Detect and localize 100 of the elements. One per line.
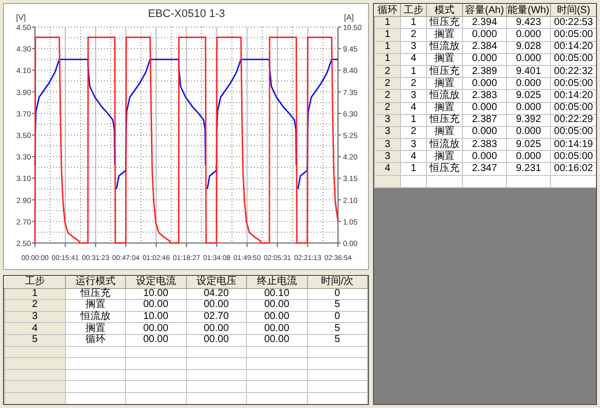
table-cell: 3 [374,126,400,139]
axis-unit: [A] [344,13,354,22]
table-cell: 00.00 [126,300,186,312]
table-cell: 00:05:00 [550,78,596,90]
table-cell: 恒压充 [426,162,462,176]
table-cell: 1 [374,41,400,54]
table-cell: 2.394 [462,16,506,29]
column-header: 工步 [400,4,426,17]
column-header: 容量(Ah) [462,4,506,17]
column-header: 时间/次 [307,276,368,288]
table-cell: 0.000 [462,126,506,139]
table-cell: 0 [307,311,368,323]
table-cell: 2.347 [462,162,506,176]
table-cell: 00:14:19 [550,138,596,151]
table-cell: 恒流放 [426,90,462,102]
table-cell: 0.000 [506,78,550,90]
table-cell: 00:05:00 [550,53,596,66]
table-cell: 0 [307,288,368,300]
table-cell: 5 [307,334,368,346]
table-cell: 00:05:00 [550,126,596,139]
table-cell: 10.00 [126,311,186,323]
table-cell: 00.00 [186,334,246,346]
table-cell: 2 [374,102,400,114]
table-cell: 2 [4,300,65,312]
table-cell: 1 [4,288,65,300]
table-cell: 00.00 [186,300,246,312]
table-cell: 0.000 [462,102,506,114]
table-cell: 搁置 [426,102,462,114]
column-header: 时间(S) [550,4,596,17]
table-cell: 2 [374,90,400,102]
table-cell: 9.028 [506,41,550,54]
column-header: 能量(Wh) [506,4,550,17]
table-cell: 2.383 [462,90,506,102]
table-cell: 02.70 [186,311,246,323]
table-cell: 00:14:20 [550,90,596,102]
table-cell: 搁置 [426,53,462,66]
column-header: 运行模式 [65,276,126,288]
table-cell: 恒压充 [426,16,462,29]
table-cell: 搁置 [65,322,126,334]
table-cell: 4 [4,322,65,334]
column-header: 终止电流 [246,276,307,288]
table-cell: 1 [374,16,400,29]
table-cell: 00.00 [126,334,186,346]
table-cell: 1 [374,53,400,66]
table-cell: 00:22:53 [550,16,596,29]
table-cell: 00:22:29 [550,114,596,126]
table-cell: 2.387 [462,114,506,126]
table-cell: 搁置 [426,28,462,42]
table-cell: 00.00 [246,311,307,323]
table-cell: 恒压充 [426,114,462,126]
table-cell: 搁置 [426,150,462,163]
table-cell: 5 [307,322,368,334]
table-cell: 0.000 [462,53,506,66]
table-cell: 恒流放 [426,138,462,151]
column-header: 设定电流 [126,276,186,288]
axis-unit: [V] [16,13,26,22]
table-cell: 0.000 [506,126,550,139]
table-cell: 3 [4,311,65,323]
table-cell: 00:22:32 [550,65,596,78]
table-cell: 9.231 [506,162,550,176]
column-header: 循环 [374,4,400,17]
table-cell: 00.00 [246,322,307,334]
table-cell: 10.00 [126,288,186,300]
table-cell: 2.384 [462,41,506,54]
table-cell: 搁置 [65,300,126,312]
table-cell: 04.20 [186,288,246,300]
table-cell: 搁置 [426,126,462,139]
table-cell: 2.389 [462,65,506,78]
table-cell: 恒流放 [426,41,462,54]
chart-title: EBC-X0510 1-3 [148,8,226,20]
table-cell: 00:16:02 [550,162,596,176]
table-cell: 0.000 [462,78,506,90]
table-cell: 1 [374,28,400,42]
table-cell: 9.423 [506,16,550,29]
table-cell: 5 [4,334,65,346]
table-cell: 0.000 [506,150,550,163]
column-header: 设定电压 [186,276,246,288]
table-cell: 恒流放 [65,311,126,323]
table-cell: 00.00 [186,322,246,334]
table-cell: 4 [374,162,400,176]
table-cell: 00:14:20 [550,41,596,54]
table-cell: 9.025 [506,138,550,151]
table-cell: 3 [374,114,400,126]
table-cell: 恒压充 [65,288,126,300]
table-cell: 0.000 [506,53,550,66]
table-cell: 00.00 [126,322,186,334]
table-cell: 9.401 [506,65,550,78]
table-cell: 5 [307,300,368,312]
table-cell: 00:05:00 [550,102,596,114]
table-cell: 0.000 [506,102,550,114]
table-cell: 0.000 [462,150,506,163]
table-cell: 2 [374,65,400,78]
table-cell: 00.00 [246,334,307,346]
table-cell: 9.392 [506,114,550,126]
table-cell: 0.000 [462,28,506,42]
table-cell: 00.10 [246,288,307,300]
table-cell: 3 [374,138,400,151]
table-cell: 2 [374,78,400,90]
table-cell: 循环 [65,334,126,346]
table-cell: 00:05:00 [550,150,596,163]
